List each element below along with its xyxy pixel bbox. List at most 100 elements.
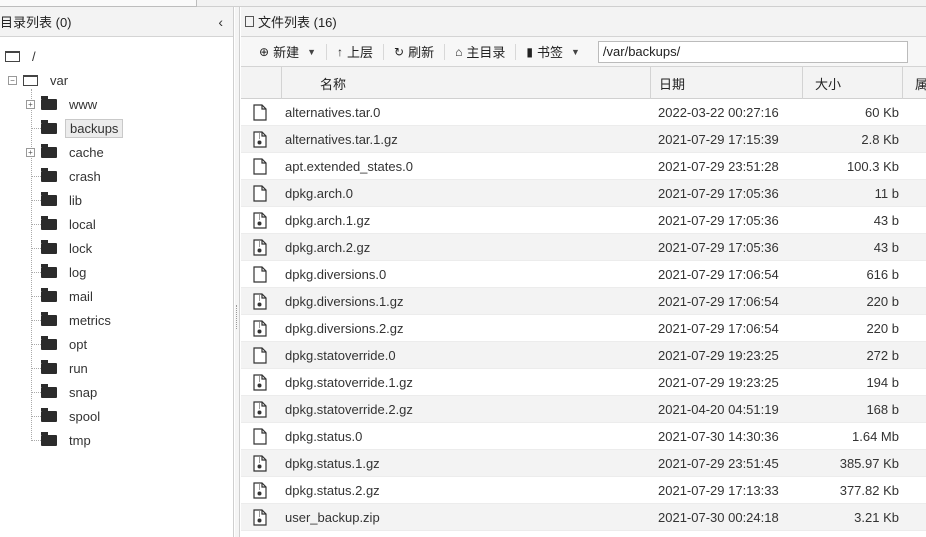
file-name[interactable]: dpkg.status.0 xyxy=(285,423,362,450)
tree-item-mail[interactable]: mail xyxy=(26,285,97,307)
file-list-icon xyxy=(245,16,254,27)
folder-icon xyxy=(41,263,57,278)
tab-stub[interactable] xyxy=(0,0,197,7)
file-row[interactable]: dpkg.diversions.0 2021-07-29 17:06:54 616 … xyxy=(241,261,926,288)
file-date: 2021-07-29 17:06:54 xyxy=(658,321,779,336)
file-name[interactable]: user_backup.zip xyxy=(285,504,380,531)
folder-icon xyxy=(41,191,57,206)
tree-item-tmp[interactable]: tmp xyxy=(26,429,95,451)
file-name[interactable]: dpkg.arch.1.gz xyxy=(285,207,370,234)
file-name[interactable]: dpkg.arch.2.gz xyxy=(285,234,370,261)
top-tab-strip xyxy=(0,0,926,7)
archive-file-icon xyxy=(253,401,267,418)
file-date: 2021-07-29 17:06:54 xyxy=(658,294,779,309)
splitter-grip[interactable] xyxy=(236,305,239,329)
file-row[interactable]: dpkg.statoverride.0 2021-07-29 19:23:25 27… xyxy=(241,342,926,369)
tree-item-www[interactable]: + www xyxy=(26,93,101,115)
size-column-header[interactable]: 大小 xyxy=(803,67,903,99)
file-row[interactable]: alternatives.tar.1.gz 2021-07-29 17:15:39… xyxy=(241,126,926,153)
refresh-button[interactable]: ↻ 刷新 xyxy=(386,40,442,64)
file-size: 2.8 Kb xyxy=(861,132,899,147)
new-button-label: 新建 xyxy=(273,45,300,60)
tree-item-cache[interactable]: + cache xyxy=(26,141,108,163)
file-name[interactable]: dpkg.arch.0 xyxy=(285,180,353,207)
tree-item-opt[interactable]: opt xyxy=(26,333,91,355)
tree-item-root[interactable]: / xyxy=(5,45,40,67)
file-date: 2021-07-29 17:05:36 xyxy=(658,186,779,201)
tree-item-lock[interactable]: lock xyxy=(26,237,96,259)
tree-item-spool[interactable]: spool xyxy=(26,405,104,427)
file-panel: 文件列表 (16) ⊕ 新建 ▼ ↑ 上层 ↻ 刷新 ⌂ 主目录 ▮ 书签 ▼ xyxy=(241,7,926,537)
date-column-header[interactable]: 日期 xyxy=(651,67,803,99)
pane-splitter[interactable] xyxy=(235,7,240,537)
file-size: 616 b xyxy=(866,267,899,282)
tree-item-crash[interactable]: crash xyxy=(26,165,105,187)
file-date: 2022-03-22 00:27:16 xyxy=(658,105,779,120)
file-date: 2021-07-30 14:30:36 xyxy=(658,429,779,444)
tree-item-label: lock xyxy=(69,240,93,256)
file-name[interactable]: dpkg.statoverride.0 xyxy=(285,342,396,369)
file-name[interactable]: dpkg.statoverride.1.gz xyxy=(285,369,413,396)
new-button[interactable]: ⊕ 新建 ▼ xyxy=(251,40,324,64)
file-date: 2021-07-29 17:13:33 xyxy=(658,483,779,498)
file-row[interactable]: user_backup.zip 2021-07-30 00:24:18 3.21 K… xyxy=(241,504,926,531)
file-row[interactable]: dpkg.status.2.gz 2021-07-29 17:13:33 377.8… xyxy=(241,477,926,504)
refresh-icon: ↻ xyxy=(394,44,405,59)
file-name[interactable]: alternatives.tar.0 xyxy=(285,99,380,126)
file-date: 2021-07-29 23:51:45 xyxy=(658,456,779,471)
file-row[interactable]: alternatives.tar.0 2022-03-22 00:27:16 60 … xyxy=(241,99,926,126)
home-dir-button[interactable]: ⌂ 主目录 xyxy=(447,40,513,64)
file-row[interactable]: apt.extended_states.0 2021-07-29 23:51:28… xyxy=(241,153,926,180)
expand-toggle-icon[interactable]: + xyxy=(26,147,35,157)
file-row[interactable]: dpkg.statoverride.1.gz 2021-07-29 19:23:2… xyxy=(241,369,926,396)
tree-item-log[interactable]: log xyxy=(26,261,90,283)
file-name[interactable]: dpkg.status.1.gz xyxy=(285,450,380,477)
tree-item-local[interactable]: local xyxy=(26,213,100,235)
tree-item-lib[interactable]: lib xyxy=(26,189,86,211)
file-icon xyxy=(253,266,267,283)
file-row[interactable]: dpkg.diversions.2.gz 2021-07-29 17:06:54 2… xyxy=(241,315,926,342)
up-level-button[interactable]: ↑ 上层 xyxy=(329,40,381,64)
tree-item-snap[interactable]: snap xyxy=(26,381,101,403)
file-row[interactable]: dpkg.status.1.gz 2021-07-29 23:51:45 385.9… xyxy=(241,450,926,477)
file-name[interactable]: dpkg.diversions.1.gz xyxy=(285,288,404,315)
file-row[interactable]: dpkg.arch.2.gz 2021-07-29 17:05:36 43 b xyxy=(241,234,926,261)
path-input[interactable] xyxy=(597,40,908,63)
folder-icon xyxy=(41,359,57,374)
collapse-panel-icon[interactable]: ‹ xyxy=(218,14,223,30)
home-icon: ⌂ xyxy=(455,44,463,59)
bookmark-button[interactable]: ▮ 书签 ▼ xyxy=(518,40,588,64)
file-name[interactable]: alternatives.tar.1.gz xyxy=(285,126,398,153)
file-row[interactable]: dpkg.arch.1.gz 2021-07-29 17:05:36 43 b xyxy=(241,207,926,234)
file-name[interactable]: dpkg.status.2.gz xyxy=(285,477,380,504)
tree-item-backups[interactable]: backups xyxy=(26,117,124,139)
tree-item-run[interactable]: run xyxy=(26,357,92,379)
tree-item-label: cache xyxy=(69,144,104,160)
file-name[interactable]: dpkg.diversions.0 xyxy=(285,261,386,288)
archive-file-icon xyxy=(253,509,267,526)
file-name[interactable]: dpkg.statoverride.2.gz xyxy=(285,396,413,423)
directory-panel-title: 目录列表 (0) xyxy=(0,15,72,30)
name-column-header[interactable]: 名称 xyxy=(282,67,651,99)
file-name[interactable]: apt.extended_states.0 xyxy=(285,153,413,180)
tree-item-label: backups xyxy=(65,118,124,138)
file-row[interactable]: dpkg.diversions.1.gz 2021-07-29 17:06:54 2… xyxy=(241,288,926,315)
file-icon xyxy=(253,104,267,121)
collapse-toggle-icon[interactable]: − xyxy=(8,75,17,85)
tree-item-metrics[interactable]: metrics xyxy=(26,309,115,331)
tree-item-var[interactable]: − var xyxy=(8,69,72,91)
tree-item-label: www xyxy=(69,96,98,112)
attr-column-header[interactable]: 属 xyxy=(903,67,926,99)
file-row[interactable]: dpkg.status.0 2021-07-30 14:30:36 1.64 Mb xyxy=(241,423,926,450)
expand-toggle-icon[interactable]: + xyxy=(26,99,35,109)
file-row[interactable]: dpkg.statoverride.2.gz 2021-04-20 04:51:1… xyxy=(241,396,926,423)
file-size: 168 b xyxy=(866,402,899,417)
file-size: 377.82 Kb xyxy=(839,483,899,498)
archive-file-icon xyxy=(253,239,267,256)
file-size: 385.97 Kb xyxy=(839,456,899,471)
file-row[interactable]: dpkg.arch.0 2021-07-29 17:05:36 11 b xyxy=(241,180,926,207)
folder-icon xyxy=(41,119,57,134)
tree-item-label: mail xyxy=(69,288,93,304)
tree-item-label: metrics xyxy=(69,312,111,328)
file-name[interactable]: dpkg.diversions.2.gz xyxy=(285,315,404,342)
